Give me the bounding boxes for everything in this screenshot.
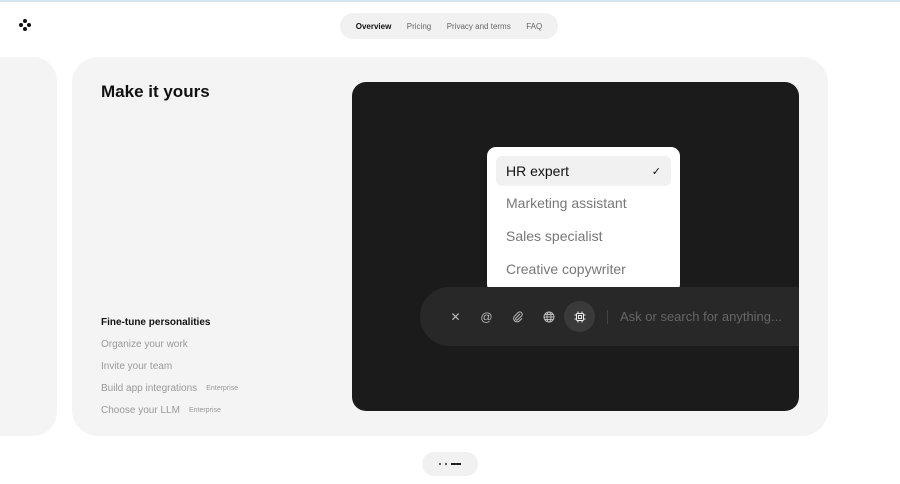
page-dot[interactable]	[439, 463, 441, 465]
feature-item[interactable]: Build app integrations Enterprise	[101, 377, 238, 399]
feature-label: Build app integrations	[101, 382, 198, 394]
demo-panel: HR expert ✓ Marketing assistant Sales spe…	[352, 82, 799, 411]
check-icon: ✓	[651, 165, 661, 178]
feature-list: Fine-tune personalities Organize your wo…	[101, 311, 238, 421]
mention-icon[interactable]: @	[471, 301, 502, 332]
nav-overview[interactable]: Overview	[356, 22, 392, 31]
feature-label: Invite your team	[101, 360, 173, 372]
chip-icon[interactable]	[564, 301, 595, 332]
nav-privacy[interactable]: Privacy and terms	[447, 22, 511, 31]
nav-pricing[interactable]: Pricing	[407, 22, 431, 31]
feature-item[interactable]: Choose your LLM Enterprise	[101, 399, 238, 421]
dropdown-item[interactable]: Creative copywriter	[496, 252, 671, 285]
feature-label: Fine-tune personalities	[101, 316, 211, 328]
page-dot-active[interactable]	[451, 463, 461, 465]
item-label: Creative copywriter	[506, 260, 626, 277]
logo-icon[interactable]	[19, 19, 31, 31]
nav-faq[interactable]: FAQ	[526, 22, 542, 31]
item-label: Sales specialist	[506, 227, 603, 244]
personality-dropdown: HR expert ✓ Marketing assistant Sales spe…	[487, 147, 680, 293]
feature-item[interactable]: Fine-tune personalities	[101, 311, 238, 333]
top-border	[0, 0, 900, 2]
search-input[interactable]: Ask or search for anything...	[620, 309, 782, 324]
feature-card: Make it yours Fine-tune personalities Or…	[72, 57, 828, 436]
top-nav: Overview Pricing Privacy and terms FAQ	[340, 13, 558, 39]
enterprise-badge: Enterprise	[206, 384, 239, 392]
dropdown-item[interactable]: Marketing assistant	[496, 186, 671, 219]
previous-card[interactable]	[0, 57, 57, 436]
item-label: HR expert	[506, 163, 570, 179]
enterprise-badge: Enterprise	[188, 406, 221, 414]
page-dot[interactable]	[445, 463, 447, 465]
feature-item[interactable]: Invite your team	[101, 355, 238, 377]
dropdown-item[interactable]: HR expert ✓	[496, 156, 671, 186]
close-icon[interactable]: ✕	[440, 301, 471, 332]
divider	[607, 309, 608, 324]
item-label: Marketing assistant	[506, 194, 627, 211]
dropdown-item[interactable]: Sales specialist	[496, 219, 671, 252]
feature-label: Choose your LLM	[101, 404, 180, 416]
card-title: Make it yours	[101, 82, 210, 101]
feature-item[interactable]: Organize your work	[101, 333, 238, 355]
search-bar: ✕ @ Ask or search for anything...	[420, 287, 799, 346]
carousel-pager[interactable]	[422, 452, 478, 476]
attachment-icon[interactable]	[502, 301, 533, 332]
globe-icon[interactable]	[533, 301, 564, 332]
feature-label: Organize your work	[101, 338, 188, 350]
